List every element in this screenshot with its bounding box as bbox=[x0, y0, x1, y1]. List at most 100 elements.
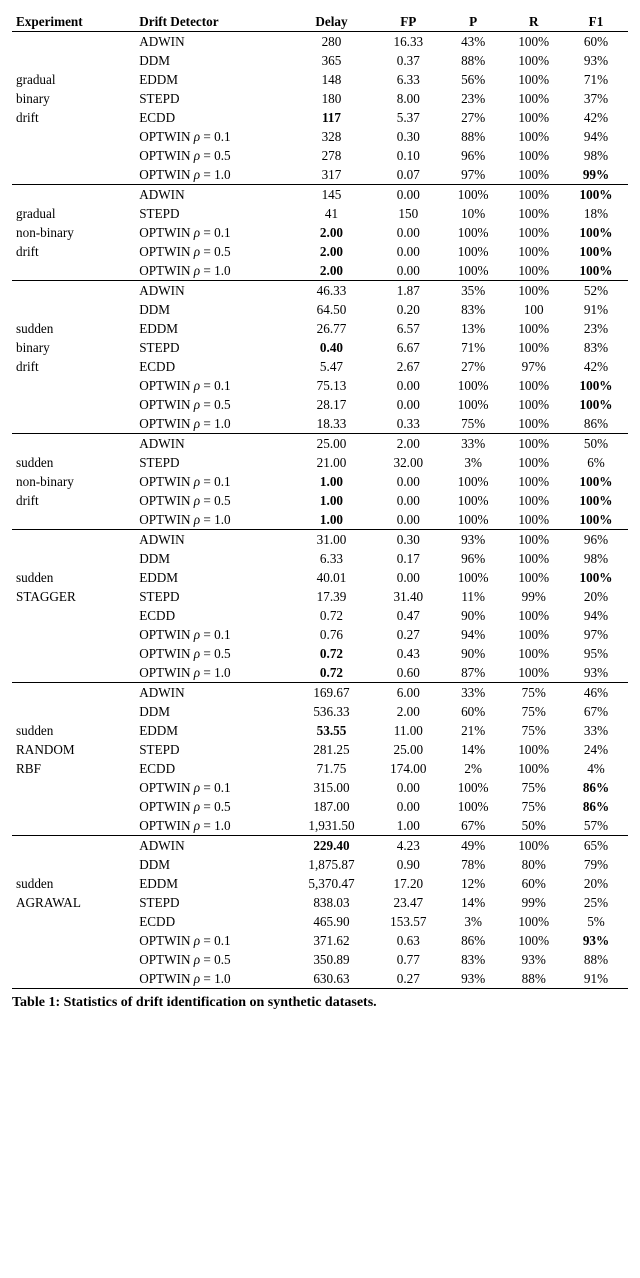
table-row: suddenEDDM26.776.5713%100%23% bbox=[12, 319, 628, 338]
table-row: OPTWIN ρ = 1.01.000.00100%100%100% bbox=[12, 510, 628, 530]
table-row: OPTWIN ρ = 0.5187.000.00100%75%86% bbox=[12, 797, 628, 816]
r-cell: 100% bbox=[503, 242, 564, 261]
f1-cell: 100% bbox=[564, 491, 628, 510]
table-row: ADWIN46.331.8735%100%52% bbox=[12, 281, 628, 301]
table-row: suddenEDDM5,370.4717.2012%60%20% bbox=[12, 874, 628, 893]
table-row: RANDOMSTEPD281.2525.0014%100%24% bbox=[12, 740, 628, 759]
detector-cell: ECDD bbox=[135, 108, 289, 127]
detector-cell: ADWIN bbox=[135, 530, 289, 550]
detector-cell: DDM bbox=[135, 549, 289, 568]
detector-cell: ADWIN bbox=[135, 434, 289, 454]
p-cell: 100% bbox=[443, 491, 504, 510]
detector-cell: OPTWIN ρ = 0.1 bbox=[135, 931, 289, 950]
fp-cell: 0.37 bbox=[374, 51, 443, 70]
delay-cell: 5.47 bbox=[289, 357, 374, 376]
delay-cell: 371.62 bbox=[289, 931, 374, 950]
p-cell: 14% bbox=[443, 893, 504, 912]
delay-cell: 1.00 bbox=[289, 510, 374, 530]
f1-cell: 20% bbox=[564, 587, 628, 606]
fp-cell: 0.00 bbox=[374, 491, 443, 510]
r-cell: 100% bbox=[503, 185, 564, 205]
detector-cell: EDDM bbox=[135, 874, 289, 893]
f1-cell: 25% bbox=[564, 893, 628, 912]
f1-cell: 65% bbox=[564, 836, 628, 856]
p-cell: 75% bbox=[443, 414, 504, 434]
r-cell: 100% bbox=[503, 261, 564, 281]
r-cell: 97% bbox=[503, 357, 564, 376]
f1-cell: 46% bbox=[564, 683, 628, 703]
r-cell: 100% bbox=[503, 606, 564, 625]
delay-cell: 0.76 bbox=[289, 625, 374, 644]
delay-cell: 145 bbox=[289, 185, 374, 205]
fp-cell: 0.30 bbox=[374, 127, 443, 146]
p-cell: 96% bbox=[443, 549, 504, 568]
experiment-cell bbox=[12, 146, 135, 165]
r-cell: 99% bbox=[503, 587, 564, 606]
f1-cell: 100% bbox=[564, 395, 628, 414]
delay-cell: 0.40 bbox=[289, 338, 374, 357]
delay-cell: 365 bbox=[289, 51, 374, 70]
delay-cell: 21.00 bbox=[289, 453, 374, 472]
table-row: ECDD0.720.4790%100%94% bbox=[12, 606, 628, 625]
r-cell: 100% bbox=[503, 472, 564, 491]
table-row: OPTWIN ρ = 1.01,931.501.0067%50%57% bbox=[12, 816, 628, 836]
table-row: ADWIN229.404.2349%100%65% bbox=[12, 836, 628, 856]
fp-cell: 6.33 bbox=[374, 70, 443, 89]
p-cell: 83% bbox=[443, 950, 504, 969]
f1-cell: 79% bbox=[564, 855, 628, 874]
p-cell: 100% bbox=[443, 778, 504, 797]
f1-cell: 88% bbox=[564, 950, 628, 969]
experiment-cell bbox=[12, 816, 135, 836]
fp-cell: 6.57 bbox=[374, 319, 443, 338]
table-row: non-binaryOPTWIN ρ = 0.12.000.00100%100%… bbox=[12, 223, 628, 242]
table-caption: Table 1: Statistics of drift identificat… bbox=[12, 989, 628, 1011]
fp-cell: 0.00 bbox=[374, 376, 443, 395]
f1-cell: 86% bbox=[564, 797, 628, 816]
delay-cell: 278 bbox=[289, 146, 374, 165]
f1-cell: 96% bbox=[564, 530, 628, 550]
fp-cell: 1.87 bbox=[374, 281, 443, 301]
detector-cell: OPTWIN ρ = 0.5 bbox=[135, 491, 289, 510]
table-row: gradualSTEPD4115010%100%18% bbox=[12, 204, 628, 223]
r-cell: 50% bbox=[503, 816, 564, 836]
col-detector: Drift Detector bbox=[135, 12, 289, 32]
delay-cell: 0.72 bbox=[289, 606, 374, 625]
table-row: ADWIN25.002.0033%100%50% bbox=[12, 434, 628, 454]
table-row: driftOPTWIN ρ = 0.51.000.00100%100%100% bbox=[12, 491, 628, 510]
fp-cell: 0.00 bbox=[374, 242, 443, 261]
f1-cell: 86% bbox=[564, 778, 628, 797]
r-cell: 100 bbox=[503, 300, 564, 319]
p-cell: 100% bbox=[443, 568, 504, 587]
fp-cell: 6.00 bbox=[374, 683, 443, 703]
detector-cell: STEPD bbox=[135, 338, 289, 357]
delay-cell: 317 bbox=[289, 165, 374, 185]
p-cell: 35% bbox=[443, 281, 504, 301]
experiment-cell: sudden bbox=[12, 874, 135, 893]
detector-cell: OPTWIN ρ = 1.0 bbox=[135, 165, 289, 185]
fp-cell: 11.00 bbox=[374, 721, 443, 740]
r-cell: 100% bbox=[503, 395, 564, 414]
f1-cell: 100% bbox=[564, 376, 628, 395]
f1-cell: 83% bbox=[564, 338, 628, 357]
r-cell: 100% bbox=[503, 912, 564, 931]
f1-cell: 4% bbox=[564, 759, 628, 778]
col-fp: FP bbox=[374, 12, 443, 32]
table-row: OPTWIN ρ = 1.00.720.6087%100%93% bbox=[12, 663, 628, 683]
experiment-cell bbox=[12, 644, 135, 663]
experiment-cell bbox=[12, 165, 135, 185]
experiment-cell: RBF bbox=[12, 759, 135, 778]
fp-cell: 0.00 bbox=[374, 395, 443, 414]
p-cell: 27% bbox=[443, 108, 504, 127]
f1-cell: 93% bbox=[564, 51, 628, 70]
p-cell: 27% bbox=[443, 357, 504, 376]
detector-cell: STEPD bbox=[135, 893, 289, 912]
fp-cell: 5.37 bbox=[374, 108, 443, 127]
table-row: suddenEDDM40.010.00100%100%100% bbox=[12, 568, 628, 587]
p-cell: 100% bbox=[443, 472, 504, 491]
delay-cell: 465.90 bbox=[289, 912, 374, 931]
r-cell: 100% bbox=[503, 530, 564, 550]
detector-cell: DDM bbox=[135, 51, 289, 70]
detector-cell: OPTWIN ρ = 1.0 bbox=[135, 969, 289, 989]
p-cell: 100% bbox=[443, 376, 504, 395]
detector-cell: STEPD bbox=[135, 89, 289, 108]
